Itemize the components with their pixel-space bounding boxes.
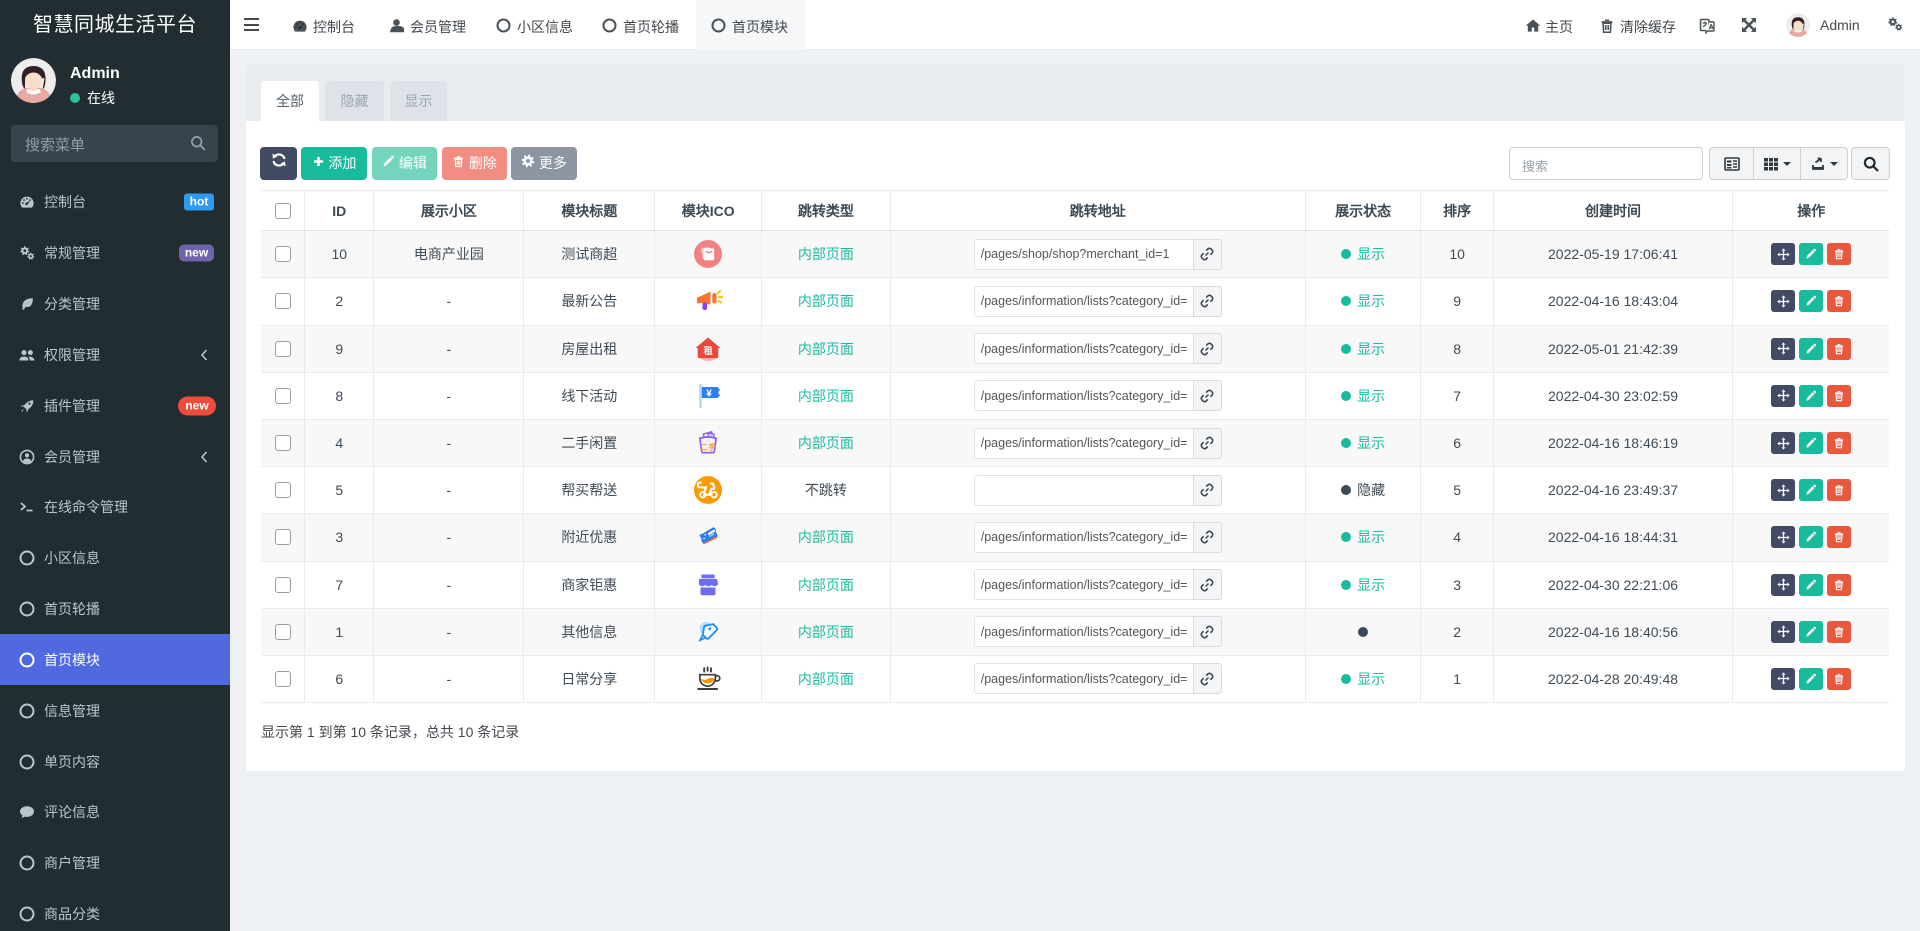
svg-text:二手: 二手	[700, 442, 716, 452]
svg-text:租: 租	[704, 344, 713, 355]
svg-text:¥: ¥	[706, 387, 712, 399]
